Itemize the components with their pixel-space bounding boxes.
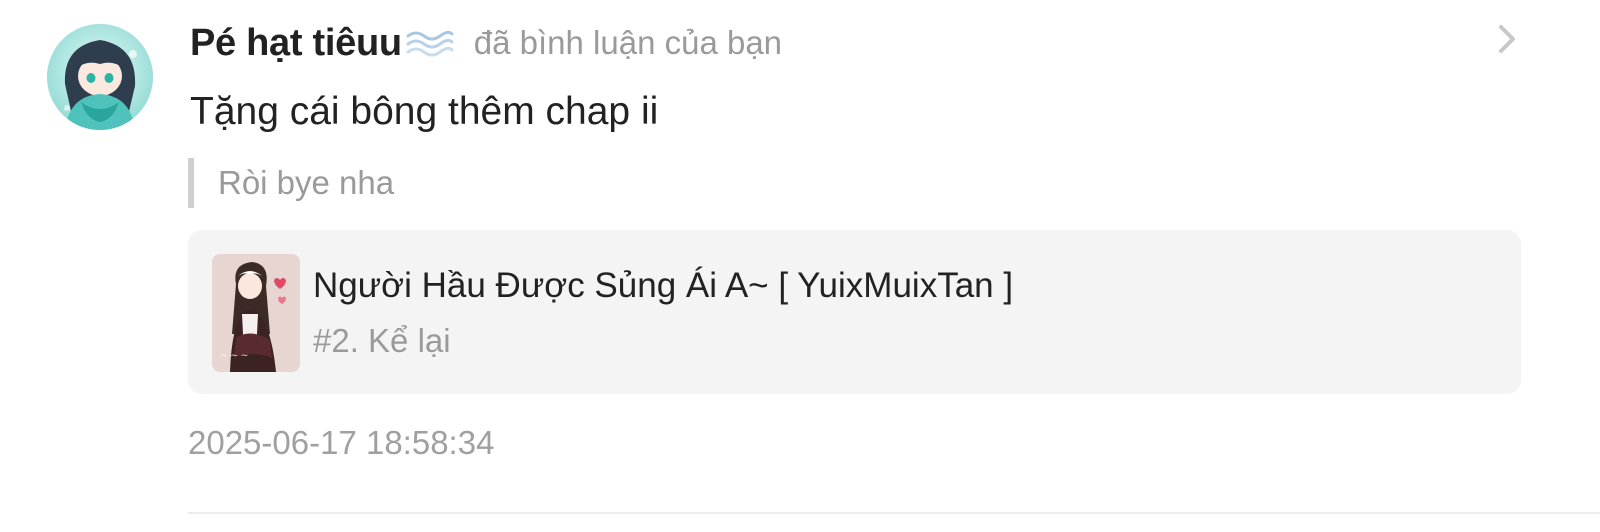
svg-text:~ ~ ~: ~ ~ ~: [220, 351, 248, 361]
avatar-illustration: [47, 24, 153, 130]
action-text: đã bình luận của bạn: [473, 24, 783, 61]
username[interactable]: Pé hạt tiêuu: [190, 22, 402, 65]
story-title: Người Hầu Được Sủng Ái A~ [ YuixMuixTan …: [313, 266, 1014, 305]
comment-text: Tặng cái bông thêm chap ii: [190, 90, 659, 133]
divider: [188, 512, 1600, 514]
timestamp: 2025-06-17 18:58:34: [188, 424, 495, 461]
story-cover-image: ~ ~ ~: [212, 254, 300, 372]
chevron-right-icon[interactable]: [1492, 22, 1522, 56]
notification-header: Pé hạt tiêuu đã bình luận của bạn: [190, 18, 782, 68]
story-card[interactable]: ~ ~ ~ Người Hầu Được Sủng Ái A~ [ YuixMu…: [188, 230, 1521, 394]
comment-notification[interactable]: Pé hạt tiêuu đã bình luận của bạn Tặng c…: [0, 0, 1600, 532]
quoted-reply: Ròi bye nha: [188, 158, 394, 208]
wave-icon: [404, 26, 454, 60]
quoted-reply-text: Ròi bye nha: [218, 164, 395, 201]
chapter-label: #2. Kể lại: [313, 322, 451, 359]
avatar[interactable]: [47, 24, 153, 130]
